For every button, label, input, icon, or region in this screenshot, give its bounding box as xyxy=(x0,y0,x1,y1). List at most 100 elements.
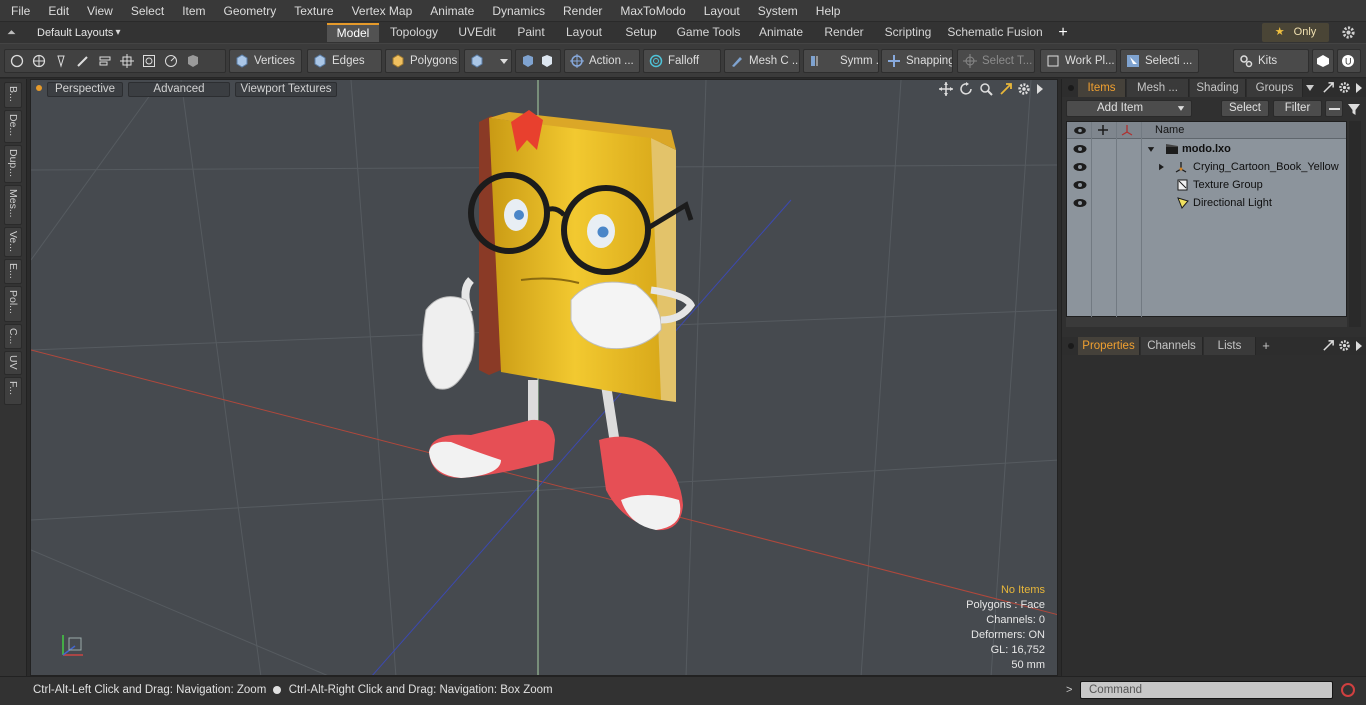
tab-edge[interactable]: E... xyxy=(4,259,22,284)
select-through-button[interactable]: Select T... xyxy=(957,49,1035,73)
maximize-view-icon[interactable] xyxy=(999,82,1013,96)
collapsed-arrow-icon[interactable] xyxy=(1158,163,1165,171)
tab-render[interactable]: Render xyxy=(816,23,872,42)
item-row-texture-group[interactable]: Texture Group xyxy=(1067,176,1346,194)
viewport-textures-button[interactable]: Viewport Textures xyxy=(235,82,337,97)
edges-button[interactable]: Edges xyxy=(307,49,382,73)
zoom-view-icon[interactable] xyxy=(979,82,993,96)
work-plane-button[interactable]: Work Pl... xyxy=(1040,49,1117,73)
brush-icon[interactable] xyxy=(76,54,90,68)
item-list[interactable]: Name modo.lxo Crying_Cartoon_Book_Yellow… xyxy=(1066,121,1347,318)
tab-vertex[interactable]: Ve... xyxy=(4,227,22,257)
tab-properties[interactable]: Properties xyxy=(1078,337,1140,355)
snap-shield-2-icon[interactable] xyxy=(540,54,554,68)
add-tab-button[interactable]: + xyxy=(1052,23,1074,42)
items-gear-icon[interactable] xyxy=(1338,81,1351,94)
cartoon-book-model[interactable] xyxy=(422,110,696,531)
tab-duplicate[interactable]: Dup... xyxy=(4,145,22,183)
unity-button[interactable] xyxy=(1312,49,1334,73)
menu-system[interactable]: System xyxy=(747,0,805,22)
tab-items[interactable]: Items xyxy=(1078,79,1126,97)
item-list-vscrollbar[interactable] xyxy=(1349,121,1361,327)
center-icon[interactable] xyxy=(120,54,134,68)
expand-arrow-icon[interactable] xyxy=(1147,146,1155,153)
menu-geometry[interactable]: Geometry xyxy=(213,0,284,22)
snapping-button[interactable]: Snapping xyxy=(881,49,953,73)
pen-icon[interactable] xyxy=(54,54,68,68)
circle-select-icon[interactable] xyxy=(10,54,24,68)
menu-animate[interactable]: Animate xyxy=(419,0,481,22)
command-input[interactable]: Command xyxy=(1080,681,1333,699)
visibility-eye-icon[interactable] xyxy=(1073,198,1087,208)
menu-maxtomodo[interactable]: MaxToModo xyxy=(609,0,692,22)
kits-button[interactable]: Kits xyxy=(1233,49,1309,73)
menu-view[interactable]: View xyxy=(76,0,120,22)
visibility-eye-icon[interactable] xyxy=(1073,162,1087,172)
tab-fusion[interactable]: F... xyxy=(4,377,22,405)
tab-groups[interactable]: Groups xyxy=(1247,79,1303,97)
tab-shading[interactable]: Shading xyxy=(1190,79,1246,97)
tab-schematic-fusion[interactable]: Schematic Fusion xyxy=(944,23,1046,42)
symmetry-button[interactable]: Symm ... xyxy=(803,49,879,73)
tab-animate[interactable]: Animate xyxy=(751,23,811,42)
polygons-button[interactable]: Polygons xyxy=(385,49,460,73)
tab-game-tools[interactable]: Game Tools xyxy=(671,23,746,42)
menu-render[interactable]: Render xyxy=(552,0,609,22)
tab-polygon[interactable]: Pol... xyxy=(4,286,22,322)
chevron-right-icon[interactable] xyxy=(1035,83,1045,95)
tab-topology[interactable]: Topology xyxy=(384,23,444,42)
snap-shield-icon[interactable] xyxy=(521,54,535,68)
unreal-button[interactable]: U xyxy=(1337,49,1361,73)
rotate-icon[interactable] xyxy=(164,54,178,68)
advanced-button[interactable]: Advanced xyxy=(128,82,230,97)
collapse-button[interactable] xyxy=(1325,100,1343,117)
frame-icon[interactable] xyxy=(142,54,156,68)
perspective-button[interactable]: Perspective xyxy=(47,82,123,97)
layouts-dropdown[interactable]: Default Layouts ▾ xyxy=(6,22,120,43)
align-icon[interactable] xyxy=(98,54,112,68)
record-icon[interactable] xyxy=(1340,682,1356,698)
item-row-directional-light[interactable]: Directional Light xyxy=(1067,194,1346,212)
filter-funnel-icon[interactable] xyxy=(1347,102,1361,116)
properties-gear-icon[interactable] xyxy=(1338,339,1351,352)
viewport-gear-icon[interactable] xyxy=(1017,82,1031,96)
menu-layout[interactable]: Layout xyxy=(693,0,747,22)
visibility-eye-icon[interactable] xyxy=(1073,144,1087,154)
add-properties-tab-button[interactable]: + xyxy=(1257,337,1275,355)
rotate-view-icon[interactable] xyxy=(959,82,973,96)
tab-uvedit[interactable]: UVEdit xyxy=(449,23,505,42)
select-button[interactable]: Select xyxy=(1221,100,1269,117)
menu-file[interactable]: File xyxy=(0,0,37,22)
only-toggle[interactable]: ★ Only xyxy=(1262,23,1329,42)
item-row-scene[interactable]: modo.lxo xyxy=(1067,140,1346,158)
3d-viewport[interactable]: Perspective Advanced Viewport Textures N… xyxy=(30,79,1058,676)
tab-setup[interactable]: Setup xyxy=(616,23,666,42)
vertices-button[interactable]: Vertices xyxy=(229,49,302,73)
falloff-button[interactable]: Falloff xyxy=(643,49,721,73)
move-view-icon[interactable] xyxy=(939,82,953,96)
tab-channels[interactable]: Channels xyxy=(1141,337,1203,355)
menu-texture[interactable]: Texture xyxy=(283,0,340,22)
tab-uv[interactable]: UV xyxy=(4,351,22,375)
menu-dynamics[interactable]: Dynamics xyxy=(481,0,552,22)
tab-model[interactable]: Model xyxy=(327,23,379,42)
tab-mesh-edit[interactable]: Mes... xyxy=(4,185,22,225)
menu-select[interactable]: Select xyxy=(120,0,171,22)
visibility-eye-icon[interactable] xyxy=(1073,180,1087,190)
action-button[interactable]: Action ... xyxy=(564,49,640,73)
menu-vertex-map[interactable]: Vertex Map xyxy=(341,0,420,22)
tab-layout[interactable]: Layout xyxy=(557,23,611,42)
tab-curve[interactable]: C... xyxy=(4,324,22,349)
shield-icon[interactable] xyxy=(186,54,200,68)
gear-icon[interactable] xyxy=(1341,25,1356,40)
tab-mesh-ops[interactable]: Mesh ... xyxy=(1127,79,1189,97)
expand-panel-icon[interactable] xyxy=(1322,81,1335,94)
items-more-icon[interactable] xyxy=(1354,82,1364,94)
properties-more-icon[interactable] xyxy=(1354,340,1364,352)
tab-deform[interactable]: De... xyxy=(4,110,22,143)
tab-scripting[interactable]: Scripting xyxy=(877,23,939,42)
mesh-constraint-button[interactable]: Mesh C ... xyxy=(724,49,800,73)
tab-lists[interactable]: Lists xyxy=(1204,337,1256,355)
tab-paint[interactable]: Paint xyxy=(510,23,552,42)
item-list-hscrollbar[interactable] xyxy=(1066,317,1347,327)
